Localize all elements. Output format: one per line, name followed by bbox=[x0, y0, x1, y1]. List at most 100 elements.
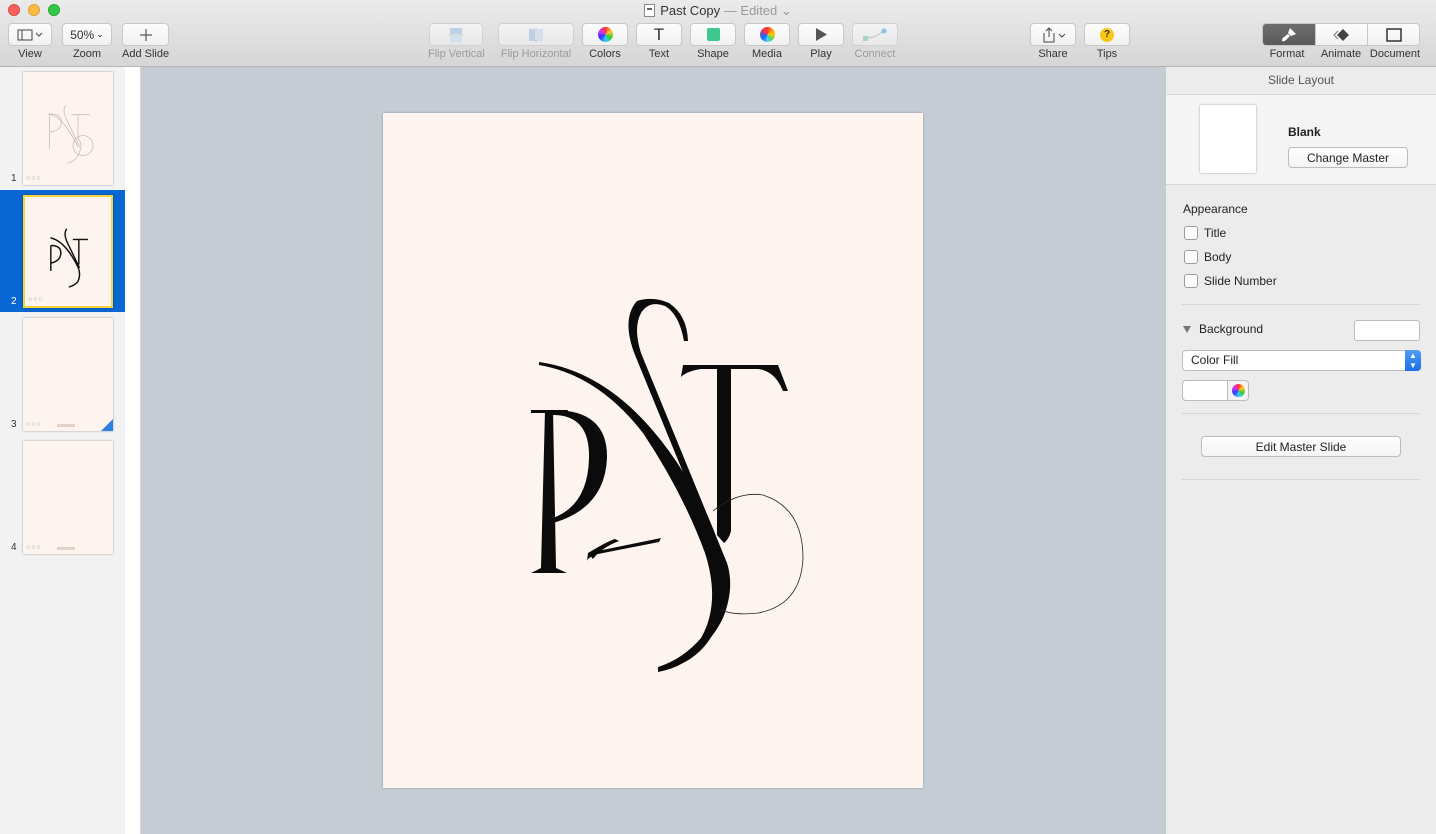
slide-thumbnail-3[interactable]: ○○○ 3 bbox=[0, 313, 125, 435]
animate-tab[interactable] bbox=[1315, 24, 1367, 45]
slide-number-checkbox-row[interactable]: Slide Number bbox=[1184, 274, 1277, 288]
slide-number-checkbox[interactable] bbox=[1184, 274, 1198, 288]
slide-canvas[interactable] bbox=[141, 67, 1165, 834]
slide-footer-mark bbox=[57, 547, 75, 550]
connect-label: Connect bbox=[854, 48, 896, 60]
master-thumbnail[interactable] bbox=[1200, 105, 1256, 173]
tips-label: Tips bbox=[1096, 48, 1118, 60]
background-title: Background bbox=[1199, 322, 1264, 336]
monogram-thumbnail-faint bbox=[47, 105, 94, 164]
body-checkbox-label: Body bbox=[1204, 250, 1232, 264]
view-label: View bbox=[18, 48, 42, 60]
media-label: Media bbox=[752, 48, 782, 60]
background-disclosure-triangle-icon[interactable] bbox=[1183, 326, 1191, 333]
media-control[interactable]: Media bbox=[744, 23, 790, 60]
section-divider bbox=[1182, 304, 1420, 305]
slide-number: 3 bbox=[11, 419, 17, 430]
inspector-header: Slide Layout bbox=[1166, 67, 1436, 95]
document-title: Past Copy bbox=[660, 3, 721, 18]
colors-label: Colors bbox=[589, 48, 621, 60]
zoom-control[interactable]: 50% ⌄ Zoom bbox=[62, 23, 112, 60]
colors-control[interactable]: Colors bbox=[582, 23, 628, 60]
slide-thumbnail-1[interactable]: ○○○ 1 bbox=[0, 67, 125, 189]
zoom-value: 50% bbox=[70, 27, 95, 42]
zoom-label: Zoom bbox=[72, 48, 102, 60]
flip-vertical-label: Flip Vertical bbox=[428, 48, 485, 60]
stepper-arrows-icon: ▲ ▼ bbox=[1405, 350, 1421, 371]
shape-label: Shape bbox=[697, 48, 729, 60]
document-label: Document bbox=[1369, 48, 1421, 60]
title-checkbox-row[interactable]: Title bbox=[1184, 226, 1226, 240]
connect-control[interactable]: Connect bbox=[852, 23, 898, 60]
inspector-segmented-control[interactable] bbox=[1262, 23, 1420, 46]
fill-color-control[interactable] bbox=[1182, 380, 1249, 401]
media-button[interactable] bbox=[744, 23, 790, 46]
format-tab[interactable] bbox=[1263, 24, 1315, 45]
edit-master-slide-button[interactable]: Edit Master Slide bbox=[1201, 436, 1401, 457]
text-label: Text bbox=[648, 48, 670, 60]
tips-control[interactable]: ? Tips bbox=[1084, 23, 1130, 60]
text-control[interactable]: T Text bbox=[636, 23, 682, 60]
title-checkbox[interactable] bbox=[1184, 226, 1198, 240]
window-title: Past Copy — Edited ⌄ bbox=[0, 3, 1436, 19]
keynote-document-icon bbox=[644, 4, 656, 17]
plus-icon bbox=[139, 28, 152, 41]
flip-vertical-button[interactable] bbox=[429, 23, 484, 46]
slide-number-checkbox-label: Slide Number bbox=[1204, 274, 1277, 288]
document-tab[interactable] bbox=[1367, 24, 1419, 45]
play-control[interactable]: Play bbox=[798, 23, 844, 60]
slide-thumbnail-2[interactable]: ○○○ 2 bbox=[0, 190, 125, 312]
monogram-thumbnail bbox=[50, 228, 88, 288]
section-divider bbox=[1182, 479, 1420, 480]
title-chevron-down-icon[interactable]: ⌄ bbox=[781, 3, 792, 18]
background-color-preview[interactable] bbox=[1354, 320, 1420, 341]
letter-p-bowl bbox=[553, 410, 608, 523]
slide-navigator: ○○○ 1 ○○○ 2 ○○○ 3 ○○○ 4 bbox=[0, 67, 125, 834]
shape-control[interactable]: Shape bbox=[690, 23, 736, 60]
view-button[interactable] bbox=[8, 23, 52, 46]
flip-horizontal-label: Flip Horizontal bbox=[500, 48, 572, 60]
add-slide-button[interactable] bbox=[122, 23, 170, 46]
fill-type-select[interactable]: Color Fill ▲ ▼ bbox=[1182, 350, 1421, 371]
slide-footer-mark bbox=[57, 424, 75, 427]
play-icon bbox=[816, 28, 827, 41]
flip-horizontal-control[interactable]: Flip Horizontal bbox=[498, 23, 574, 60]
past-monogram-artwork[interactable] bbox=[383, 113, 923, 788]
tips-button[interactable]: ? bbox=[1084, 23, 1130, 46]
shape-button[interactable] bbox=[690, 23, 736, 46]
share-label: Share bbox=[1038, 48, 1068, 60]
flip-vertical-control[interactable]: Flip Vertical bbox=[428, 23, 485, 60]
flip-horizontal-button[interactable] bbox=[498, 23, 574, 46]
document-icon bbox=[1385, 27, 1402, 42]
inspector-tabs[interactable]: Format Animate Document bbox=[1260, 23, 1422, 60]
format-label: Format bbox=[1269, 48, 1305, 60]
change-master-button[interactable]: Change Master bbox=[1288, 147, 1408, 168]
share-control[interactable]: Share bbox=[1030, 23, 1076, 60]
appearance-title: Appearance bbox=[1183, 202, 1248, 216]
share-button[interactable] bbox=[1030, 23, 1076, 46]
play-label: Play bbox=[810, 48, 832, 60]
slide-preview: ○○○ bbox=[23, 441, 113, 554]
body-checkbox-row[interactable]: Body bbox=[1184, 250, 1231, 264]
zoom-popup[interactable]: 50% ⌄ bbox=[62, 23, 112, 46]
connect-button[interactable] bbox=[852, 23, 898, 46]
add-slide-label: Add Slide bbox=[122, 48, 170, 60]
add-slide-control[interactable]: Add Slide bbox=[122, 23, 169, 60]
build-indicator: ○○○ bbox=[26, 421, 42, 428]
slide-number: 4 bbox=[11, 542, 17, 553]
current-slide[interactable] bbox=[383, 113, 923, 788]
view-control[interactable]: View bbox=[8, 23, 52, 60]
body-checkbox[interactable] bbox=[1184, 250, 1198, 264]
connection-line-icon bbox=[863, 28, 887, 41]
color-wheel-button[interactable] bbox=[1227, 381, 1248, 400]
letter-t-bar bbox=[681, 365, 788, 391]
animate-diamond-icon bbox=[1332, 28, 1349, 41]
photos-flower-icon bbox=[759, 27, 775, 42]
text-button[interactable]: T bbox=[636, 23, 682, 46]
slide-thumbnail-4[interactable]: ○○○ 4 bbox=[0, 436, 125, 558]
colors-button[interactable] bbox=[582, 23, 628, 46]
slide-preview: ○○○ bbox=[23, 318, 113, 431]
title-checkbox-label: Title bbox=[1204, 226, 1227, 240]
slide-number: 1 bbox=[11, 173, 17, 184]
play-button[interactable] bbox=[798, 23, 844, 46]
